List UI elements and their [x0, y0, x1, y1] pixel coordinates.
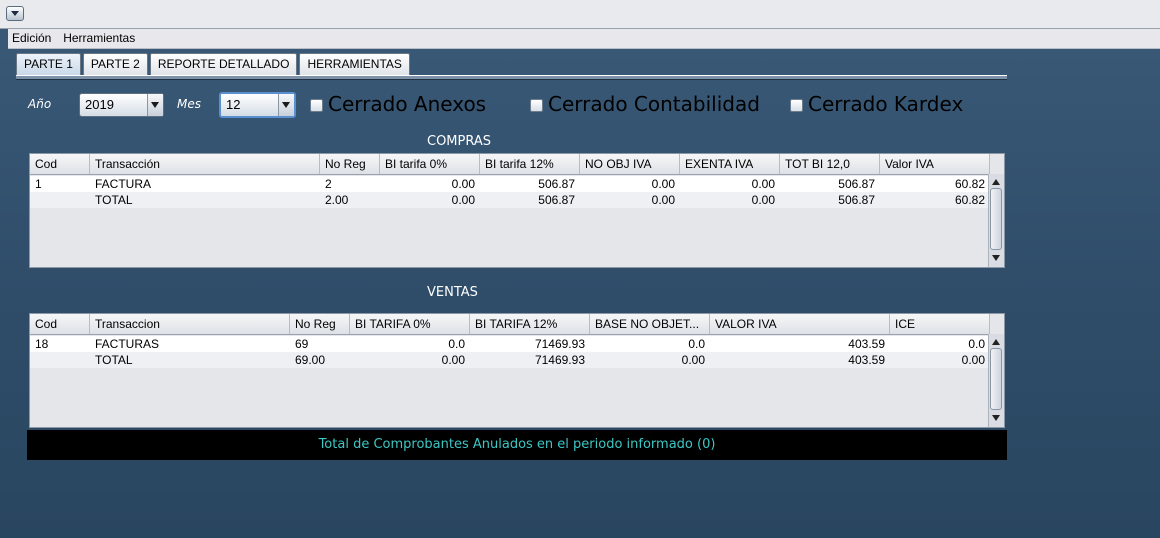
tab-reporte-detallado[interactable]: REPORTE DETALLADO — [149, 53, 298, 75]
month-label: Mes — [177, 97, 201, 111]
cell-no-reg: 2 — [325, 177, 332, 191]
cell-ice: 0.0 — [968, 337, 985, 351]
cell-ice: 0.00 — [961, 353, 985, 367]
chevron-down-icon[interactable] — [147, 94, 163, 116]
cell-transaccion: FACTURAS — [95, 337, 160, 351]
cell-base-no-objeto: 0.00 — [681, 353, 705, 367]
checkbox-cerrado-anexos[interactable] — [310, 99, 323, 112]
menu-bar: Edición Herramientas — [8, 29, 1160, 49]
cell-cod — [30, 352, 90, 368]
cell-tot-bi: 506.87 — [838, 177, 875, 191]
scroll-thumb[interactable] — [990, 188, 1002, 250]
cell-no-reg: 69.00 — [295, 353, 326, 367]
cell-base-no-objeto: 0.0 — [688, 337, 705, 351]
compras-col-no-obj-iva[interactable]: NO OBJ IVA — [580, 154, 680, 174]
cell-bi-12: 71469.93 — [534, 337, 585, 351]
tab-strip: PARTE 1 PARTE 2 REPORTE DETALLADO HERRAM… — [16, 53, 412, 75]
compras-scrollbar[interactable] — [988, 174, 1004, 267]
compras-title: COMPRAS — [427, 134, 492, 149]
compras-col-no-reg[interactable]: No Reg — [320, 154, 380, 174]
ventas-col-ice[interactable]: ICE — [890, 314, 990, 334]
scroll-thumb[interactable] — [990, 348, 1002, 410]
cell-bi-0: 0.00 — [441, 353, 465, 367]
ventas-scrollbar[interactable] — [988, 334, 1004, 427]
checkbox-cerrado-kardex[interactable] — [790, 99, 803, 112]
system-bar — [0, 0, 1160, 29]
compras-col-valor-iva[interactable]: Valor IVA — [880, 154, 990, 174]
menu-item-herramientas[interactable]: Herramientas — [59, 29, 139, 45]
table-row[interactable]: 18 FACTURAS 69 0.0 71469.93 0.0 403.59 0… — [30, 336, 990, 352]
table-row[interactable]: TOTAL 2.00 0.00 506.87 0.00 0.00 506.87 … — [30, 192, 990, 208]
cell-bi-12: 506.87 — [538, 177, 575, 191]
label-cerrado-contabilidad: Cerrado Contabilidad — [548, 92, 760, 116]
window-menu-button[interactable] — [6, 6, 24, 21]
ventas-col-base-no-objeto[interactable]: BASE NO OBJET... — [590, 314, 710, 334]
compras-col-tot-bi[interactable]: TOT BI 12,0 — [780, 154, 880, 174]
month-select-value: 12 — [226, 97, 241, 112]
cell-transaccion: FACTURA — [95, 177, 152, 191]
checkbox-cerrado-contabilidad[interactable] — [530, 99, 543, 112]
cell-valor-iva: 403.59 — [848, 337, 885, 351]
cell-no-obj-iva: 0.00 — [651, 177, 675, 191]
label-cerrado-anexos: Cerrado Anexos — [328, 92, 487, 116]
cell-bi-12: 506.87 — [538, 193, 575, 207]
chevron-down-icon[interactable] — [278, 94, 294, 116]
cell-tot-bi: 506.87 — [838, 193, 875, 207]
cell-valor-iva: 60.82 — [954, 193, 985, 207]
ventas-col-cod[interactable]: Cod — [30, 314, 90, 334]
cell-no-obj-iva: 0.00 — [651, 193, 675, 207]
ventas-col-bi-0[interactable]: BI TARIFA 0% — [350, 314, 470, 334]
cell-exenta-iva: 0.00 — [751, 177, 775, 191]
compras-table-header: Cod Transacción No Reg BI tarifa 0% BI t… — [30, 154, 990, 175]
cell-valor-iva: 60.82 — [954, 177, 985, 191]
scroll-up-icon[interactable] — [992, 339, 1000, 345]
tab-parte-2[interactable]: PARTE 2 — [82, 53, 148, 75]
ventas-col-transaccion[interactable]: Transaccion — [90, 314, 290, 334]
table-row[interactable]: TOTAL 69.00 0.00 71469.93 0.00 403.59 0.… — [30, 352, 990, 368]
cell-cod: 1 — [35, 177, 42, 191]
compras-col-bi-0[interactable]: BI tarifa 0% — [380, 154, 480, 174]
compras-col-bi-12[interactable]: BI tarifa 12% — [480, 154, 580, 174]
compras-col-exenta-iva[interactable]: EXENTA IVA — [680, 154, 780, 174]
ventas-title: VENTAS — [427, 285, 478, 300]
ventas-col-no-reg[interactable]: No Reg — [290, 314, 350, 334]
year-select-value: 2019 — [85, 97, 114, 112]
menu-item-edicion[interactable]: Edición — [8, 29, 55, 45]
cell-bi-0: 0.00 — [451, 193, 475, 207]
compras-col-transaccion[interactable]: Transacción — [90, 154, 320, 174]
scroll-down-icon[interactable] — [992, 415, 1000, 421]
scroll-down-icon[interactable] — [992, 255, 1000, 261]
ventas-table-header: Cod Transaccion No Reg BI TARIFA 0% BI T… — [30, 314, 990, 335]
year-select[interactable]: 2019 — [79, 93, 164, 117]
tab-parte-1[interactable]: PARTE 1 — [16, 53, 81, 75]
annulled-summary-bar: Total de Comprobantes Anulados en el per… — [27, 430, 1007, 460]
tab-divider — [16, 75, 1007, 80]
scroll-up-icon[interactable] — [992, 179, 1000, 185]
cell-valor-iva: 403.59 — [848, 353, 885, 367]
cell-exenta-iva: 0.00 — [751, 193, 775, 207]
table-row[interactable]: 1 FACTURA 2 0.00 506.87 0.00 0.00 506.87… — [30, 176, 990, 192]
cell-bi-0: 0.00 — [451, 177, 475, 191]
cell-transaccion: TOTAL — [95, 193, 133, 207]
month-select[interactable]: 12 — [219, 92, 296, 118]
label-cerrado-kardex: Cerrado Kardex — [808, 92, 964, 116]
cell-no-reg: 2.00 — [325, 193, 349, 207]
cell-cod — [30, 192, 90, 208]
year-label: Año — [28, 97, 52, 111]
tab-herramientas[interactable]: HERRAMIENTAS — [299, 53, 410, 75]
compras-col-cod[interactable]: Cod — [30, 154, 90, 174]
cell-bi-0: 0.0 — [448, 337, 465, 351]
ventas-col-valor-iva[interactable]: VALOR IVA — [710, 314, 890, 334]
ventas-table: Cod Transaccion No Reg BI TARIFA 0% BI T… — [29, 313, 1005, 428]
compras-table: Cod Transacción No Reg BI tarifa 0% BI t… — [29, 153, 1005, 268]
cell-no-reg: 69 — [295, 337, 309, 351]
cell-bi-12: 71469.93 — [534, 353, 585, 367]
ventas-col-bi-12[interactable]: BI TARIFA 12% — [470, 314, 590, 334]
cell-cod: 18 — [35, 337, 49, 351]
cell-transaccion: TOTAL — [95, 353, 133, 367]
